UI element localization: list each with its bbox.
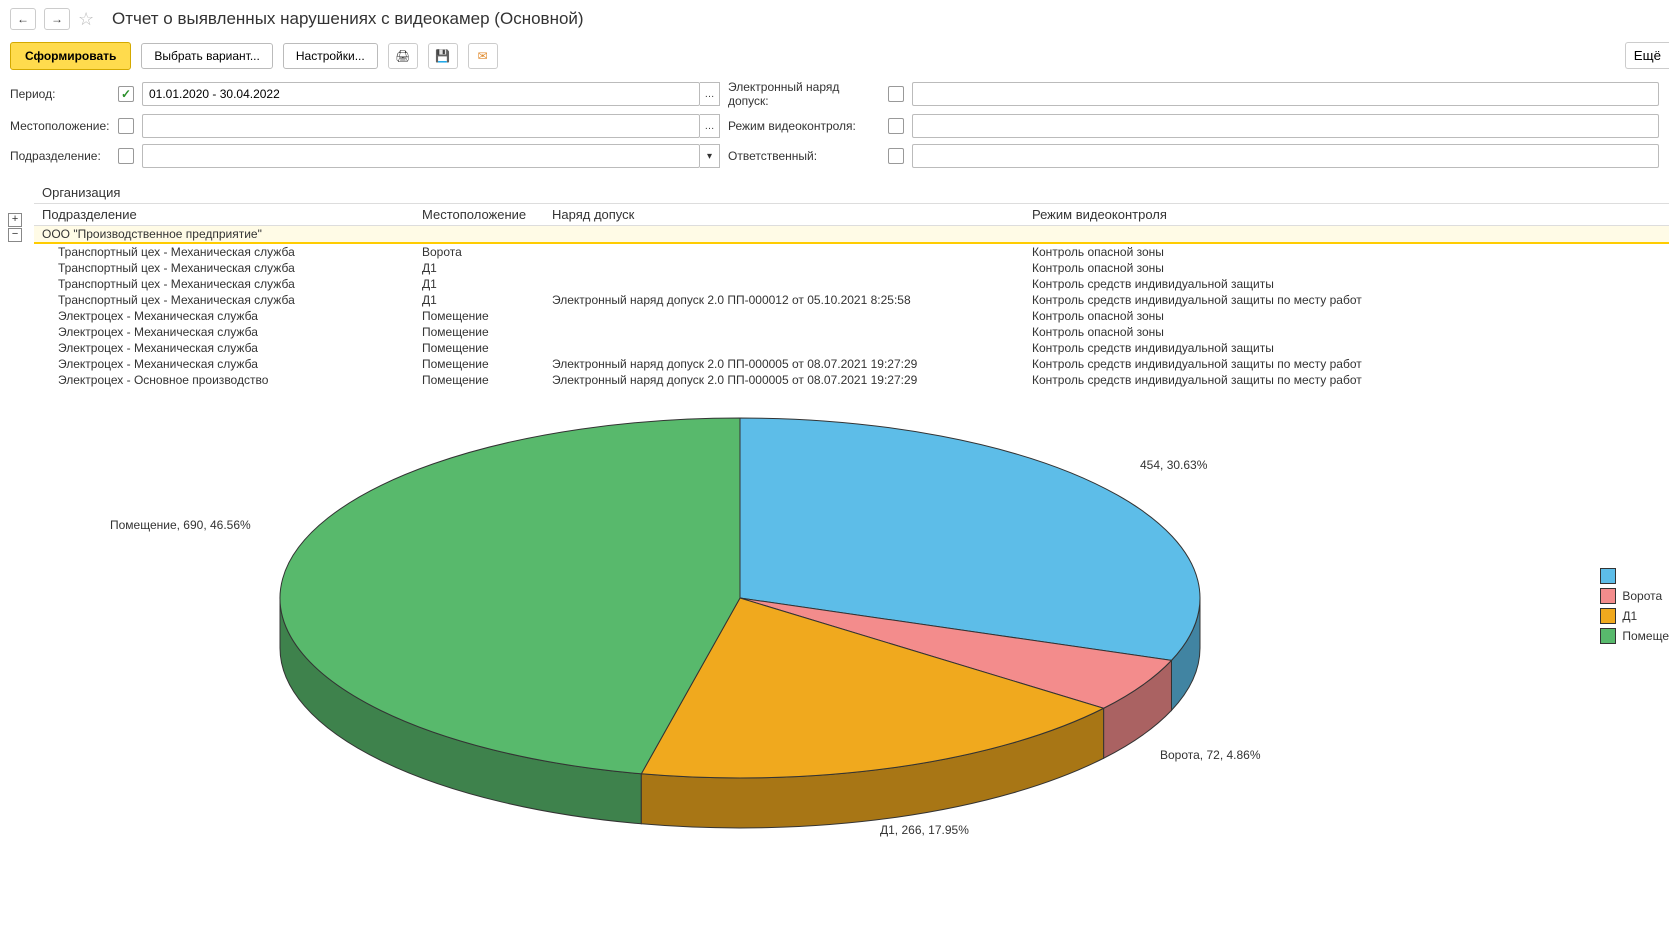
department-label: Подразделение: [10,149,110,163]
table-row[interactable]: Электроцех - Основное производствоПомеще… [34,372,1669,388]
ework-input[interactable] [912,82,1659,106]
mode-input[interactable] [912,114,1659,138]
back-button[interactable]: ← [10,8,36,30]
table-row[interactable]: Электроцех - Механическая службаПомещени… [34,324,1669,340]
location-label: Местоположение: [10,119,110,133]
more-button[interactable]: Ещё [1625,42,1669,69]
legend-item: Ворота [1600,588,1669,604]
legend-item [1600,568,1669,584]
arrow-left-icon: ← [17,12,29,26]
col-mode: Режим видеоконтроля [1024,204,1669,226]
col-workorder: Наряд допуск [544,204,1024,226]
pie-chart: 454, 30.63% Ворота, 72, 4.86% Д1, 266, 1… [40,408,1629,888]
settings-button[interactable]: Настройки... [283,43,378,69]
pie-label-vorota: Ворота, 72, 4.86% [1160,748,1261,762]
print-icon: 🖨 [395,49,410,63]
tree-expand-all-button[interactable]: + [8,213,22,227]
table-row[interactable]: Транспортный цех - Механическая службаД1… [34,276,1669,292]
forward-button[interactable]: → [44,8,70,30]
report-table: Организация Подразделение Местоположение… [34,182,1669,388]
pie-label-room: Помещение, 690, 46.56% [110,518,251,532]
pie-label-empty: 454, 30.63% [1140,458,1207,472]
email-button[interactable]: ✉ [468,43,498,69]
star-icon[interactable]: ☆ [78,9,98,29]
ework-checkbox[interactable] [888,86,904,102]
choose-variant-button[interactable]: Выбрать вариант... [141,43,272,69]
email-icon: ✉ [478,49,488,63]
mode-checkbox[interactable] [888,118,904,134]
period-label: Период: [10,87,110,101]
department-checkbox[interactable] [118,148,134,164]
save-icon: 💾 [435,49,450,63]
pie-label-d1: Д1, 266, 17.95% [880,823,969,837]
location-picker-button[interactable]: … [700,114,720,138]
table-row[interactable]: Транспортный цех - Механическая службаД1… [34,260,1669,276]
period-picker-button[interactable]: … [700,82,720,106]
legend-item: Д1 [1600,608,1669,624]
responsible-checkbox[interactable] [888,148,904,164]
page-title: Отчет о выявленных нарушениях с видеокам… [112,9,584,29]
print-button[interactable]: 🖨 [388,43,418,69]
arrow-right-icon: → [51,12,63,26]
period-checkbox[interactable] [118,86,134,102]
department-dropdown-button[interactable]: ▾ [700,144,720,168]
table-row[interactable]: Электроцех - Механическая службаПомещени… [34,356,1669,372]
tree-collapse-button[interactable]: − [8,228,22,242]
org-row[interactable]: ООО "Производственное предприятие" [34,226,1669,244]
table-row[interactable]: Электроцех - Механическая службаПомещени… [34,308,1669,324]
period-input[interactable] [142,82,700,106]
ework-label: Электронный наряд допуск: [728,80,880,108]
responsible-label: Ответственный: [728,149,880,163]
table-row[interactable]: Транспортный цех - Механическая службаВо… [34,243,1669,260]
col-subdivision: Подразделение [34,204,414,226]
mode-label: Режим видеоконтроля: [728,119,880,133]
department-input[interactable] [142,144,700,168]
generate-button[interactable]: Сформировать [10,42,131,70]
col-location: Местоположение [414,204,544,226]
location-checkbox[interactable] [118,118,134,134]
location-input[interactable] [142,114,700,138]
chart-legend: Ворота Д1 Помещение [1600,568,1669,648]
save-button[interactable]: 💾 [428,43,458,69]
responsible-input[interactable] [912,144,1659,168]
org-header: Организация [34,182,1669,204]
legend-item: Помещение [1600,628,1669,644]
table-row[interactable]: Электроцех - Механическая службаПомещени… [34,340,1669,356]
table-row[interactable]: Транспортный цех - Механическая службаД1… [34,292,1669,308]
